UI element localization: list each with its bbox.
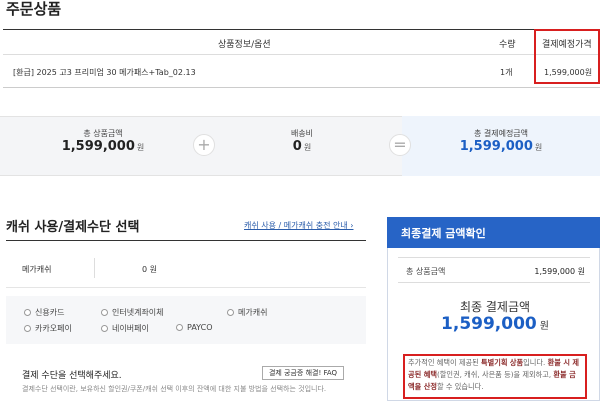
method-megacash[interactable]: 메가캐쉬 (227, 307, 267, 318)
notice-text-4: 할 수 있습니다. (436, 382, 484, 391)
final-panel-final-value: 1,599,000 (441, 314, 537, 334)
order-item-row: [환급] 2025 고3 프리미엄 30 메가패스+Tab_02.13 1개 (3, 55, 600, 88)
method-kakaopay-label: 카카오페이 (35, 324, 72, 333)
equals-icon: = (389, 134, 411, 156)
megacash-divider (94, 258, 95, 278)
payment-guide-title: 결제 수단을 선택해주세요. (22, 371, 122, 381)
summary-total-label: 총 상품금액 (83, 129, 123, 138)
summary-shipping-value: 0 (292, 139, 302, 154)
notice-text-1: 추가적인 혜택이 제공된 (408, 358, 481, 367)
method-payco-label: PAYCO (187, 323, 213, 332)
radio-icon[interactable] (101, 309, 108, 316)
order-item-qty: 1개 (500, 68, 513, 77)
method-payco[interactable]: PAYCO (176, 323, 213, 332)
final-panel-total-value: 1,599,000 원 (534, 267, 585, 276)
summary-final-label: 총 결제예정금액 (473, 129, 529, 138)
radio-icon[interactable] (227, 309, 234, 316)
final-panel-final-amount: 1,599,000 원 (410, 314, 580, 334)
summary-final-unit: 원 (534, 143, 543, 152)
method-naverpay[interactable]: 네이버페이 (101, 323, 149, 334)
notice-text-2: 입니다. (523, 358, 548, 367)
payment-faq-button[interactable]: 결제 궁금증 해결! FAQ (262, 366, 344, 380)
summary-shipping-label: 배송비 (290, 129, 314, 138)
order-item-price: 1,599,000원 (544, 68, 593, 77)
final-panel-final-label: 최종 결제금액 (459, 300, 531, 314)
header-quantity: 수량 (499, 40, 516, 50)
method-credit-card[interactable]: 신용카드 (24, 307, 64, 318)
summary-final-amount: 1,599,000 원 (431, 139, 571, 154)
radio-icon[interactable] (24, 309, 31, 316)
cash-charge-guide-link[interactable]: 캐쉬 사용 / 메가캐쉬 충전 안내 › (244, 220, 353, 231)
notice-text-3: (할인권, 캐쉬, 사은품 등)을 제외하고, (436, 370, 554, 379)
header-price: 결제예정가격 (542, 40, 592, 50)
radio-icon[interactable] (176, 324, 183, 331)
payment-guide-text: 결제수단 선택이란, 보유하신 할인권/쿠폰/캐쉬 선택 이후의 잔액에 대한 … (22, 385, 327, 393)
method-bank-transfer[interactable]: 인터넷계좌이체 (101, 307, 164, 318)
order-section-title: 주문상품 (6, 0, 62, 18)
final-panel-divider-top (398, 257, 590, 258)
payment-title-divider (6, 240, 366, 241)
megacash-label: 메가캐쉬 (22, 265, 52, 274)
final-panel-title: 최종결제 금액확인 (387, 217, 600, 248)
megacash-value: 0 원 (142, 265, 157, 274)
payment-method-box: 신용카드 인터넷계좌이체 메가캐쉬 카카오페이 네이버페이 PAYCO (6, 296, 366, 344)
summary-total-unit: 원 (136, 143, 145, 152)
method-naverpay-label: 네이버페이 (112, 324, 149, 333)
radio-icon[interactable] (24, 325, 31, 332)
method-credit-card-label: 신용카드 (35, 308, 65, 317)
method-bank-transfer-label: 인터넷계좌이체 (112, 308, 164, 317)
final-panel-divider (398, 282, 590, 283)
plus-icon: + (193, 134, 215, 156)
summary-final-value: 1,599,000 (459, 139, 533, 154)
header-product-info: 상품정보/옵션 (218, 40, 271, 50)
method-megacash-label: 메가캐쉬 (238, 308, 268, 317)
final-panel-final-unit: 원 (539, 321, 549, 332)
notice-highlight-special: 특별기획 상품 (480, 358, 524, 367)
summary-shipping-amount: 0원 (232, 139, 372, 154)
radio-icon[interactable] (101, 325, 108, 332)
order-item-name: [환급] 2025 고3 프리미엄 30 메가패스+Tab_02.13 (13, 68, 196, 77)
payment-section-title: 캐쉬 사용/결제수단 선택 (6, 220, 140, 235)
summary-total-amount: 1,599,000 원 (33, 139, 173, 154)
order-table-header: 상품정보/옵션 수량 (3, 29, 600, 55)
refund-notice-box: 추가적인 혜택이 제공된 특별기획 상품입니다. 환불 시 제공된 혜택(할인권… (403, 354, 587, 399)
method-kakaopay[interactable]: 카카오페이 (24, 323, 72, 334)
final-panel-total-label: 총 상품금액 (406, 267, 446, 276)
summary-total-value: 1,599,000 (61, 139, 135, 154)
megacash-row: 메가캐쉬 0 원 (6, 248, 366, 288)
summary-shipping-unit: 원 (303, 143, 312, 152)
